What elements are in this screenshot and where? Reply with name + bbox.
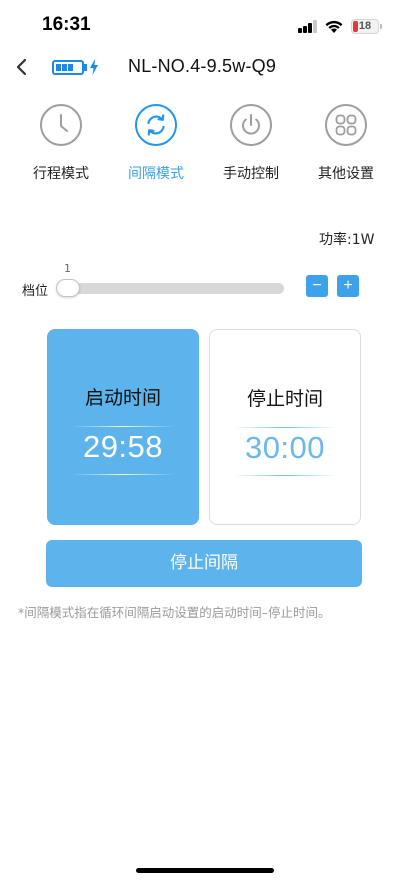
signal-icon (298, 20, 318, 33)
battery-level: 18 (358, 20, 372, 32)
nav-header: NL-NO.4-9.5w-Q9 (0, 48, 408, 88)
device-battery-cap (84, 64, 87, 71)
status-time: 16:31 (42, 14, 91, 35)
gear-slider-thumb[interactable] (56, 279, 80, 297)
tab-interval-mode[interactable]: 间隔模式 (111, 104, 201, 183)
start-time-card[interactable]: 启动时间 29:58 (47, 329, 199, 525)
back-arrow-icon[interactable] (12, 56, 34, 78)
tab-label: 其他设置 (318, 166, 374, 182)
mode-tabs: 行程模式 间隔模式 手动控制 其他设置 (0, 104, 408, 190)
tab-other-settings[interactable]: 其他设置 (301, 104, 391, 183)
start-time-title: 启动时间 (84, 387, 161, 409)
stop-time-card[interactable]: 停止时间 30:00 (209, 329, 361, 525)
interval-mode-note: *间隔模式指在循环间隔启动设置的启动时间–停止时间。 (18, 605, 331, 620)
gear-label: 档位 (22, 284, 49, 299)
stop-time-value: 30:00 (244, 430, 326, 465)
clock-icon (40, 104, 82, 146)
home-indicator[interactable] (136, 868, 274, 873)
charging-bolt-icon (90, 59, 98, 75)
divider (234, 427, 336, 428)
gear-value: 1 (64, 262, 71, 275)
battery-icon: 18 (351, 19, 379, 34)
status-bar: 16:31 18 (0, 0, 408, 54)
tab-label: 行程模式 (33, 166, 89, 182)
divider (71, 474, 175, 475)
tab-label: 手动控制 (223, 166, 279, 182)
power-readout: 功率:1W (319, 232, 375, 248)
tab-manual-control[interactable]: 手动控制 (206, 104, 296, 183)
grid-icon (325, 104, 367, 146)
device-title: NL-NO.4-9.5w-Q9 (128, 56, 277, 76)
divider (71, 426, 175, 427)
decrement-button[interactable]: − (306, 275, 328, 297)
increment-button[interactable]: + (337, 275, 359, 297)
stop-time-title: 停止时间 (246, 388, 323, 410)
wifi-icon (325, 20, 343, 33)
stop-interval-button[interactable]: 停止间隔 (46, 540, 362, 587)
power-icon (230, 104, 272, 146)
divider (234, 475, 336, 476)
device-battery-icon (52, 60, 84, 75)
tab-trip-mode[interactable]: 行程模式 (16, 104, 106, 183)
tab-label: 间隔模式 (128, 166, 184, 182)
start-time-value: 29:58 (82, 429, 164, 464)
refresh-icon (135, 104, 177, 146)
battery-cap (380, 24, 382, 29)
gear-slider-track[interactable] (56, 283, 284, 294)
